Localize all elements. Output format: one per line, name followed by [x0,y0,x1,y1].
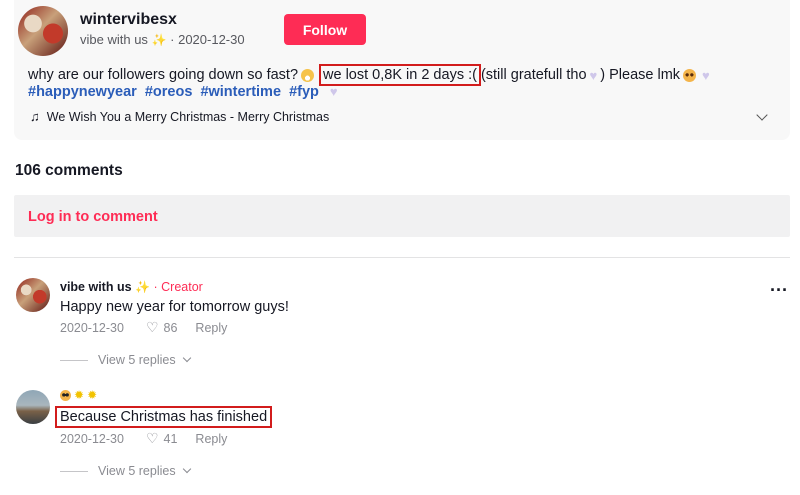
creator-badge: Creator [161,280,203,294]
reply-button[interactable]: Reply [195,321,227,335]
grimace-emoji-icon [301,68,315,82]
meta-separator: · [170,32,175,47]
comment-meta: 2020-12-30 ♡ 41 Reply [60,430,227,447]
caption-text-2: (still gratefull tho [480,67,587,83]
sun-emoji-icon: ✹ [87,388,98,402]
view-replies-button[interactable]: View 5 replies [60,353,191,367]
divider [14,257,790,258]
comment-author-emojis[interactable]: ✹ ✹ [60,388,98,402]
hashtag-link[interactable]: #happynewyear [28,84,137,100]
hashtag-link[interactable]: #fyp [289,84,319,100]
like-button[interactable]: ♡ 41 [146,430,177,447]
sparkle-icon: ✨ [151,33,167,47]
view-replies-label: View 5 replies [98,353,176,367]
sun-emoji-icon: ✹ [74,388,85,402]
comment-author[interactable]: vibe with us ✨ · Creator [60,280,203,294]
follow-button[interactable]: Follow [284,14,366,45]
post-author-meta: vibe with us ✨ · 2020-12-30 [80,32,245,47]
login-to-comment-link[interactable]: Log in to comment [28,209,158,225]
purple-heart-icon: ♥ [589,67,598,83]
sunglasses-emoji-icon [60,390,71,401]
comment-date: 2020-12-30 [60,431,124,446]
like-count: 86 [163,320,178,335]
post-date: 2020-12-30 [178,32,245,47]
music-note-icon: ♫ [30,109,40,124]
like-count: 41 [163,431,178,446]
hashtag-link[interactable]: #oreos [145,84,193,100]
replies-line [60,470,88,472]
view-replies-button[interactable]: View 5 replies [60,464,191,478]
chevron-down-icon [182,464,191,474]
music-link[interactable]: ♫ We Wish You a Merry Christmas - Merry … [30,109,329,124]
creator-separator: · [153,280,158,294]
more-options-icon[interactable]: ··· [770,280,788,301]
like-button[interactable]: ♡ 86 [146,319,177,336]
pleading-face-emoji-icon [683,68,697,82]
sparkle-icon: ✨ [135,280,150,294]
comment-author-name: vibe with us [60,280,132,294]
heart-outline-icon: ♡ [145,319,159,335]
replies-line [60,359,88,361]
comment-text: Because Christmas has finished [55,406,273,428]
hashtag-link[interactable]: #wintertime [200,84,281,100]
comment-date: 2020-12-30 [60,320,124,335]
purple-heart-icon: ♥ [329,84,338,99]
commenter-avatar[interactable] [16,278,50,312]
comment-text: Happy new year for tomorrow guys! [60,299,289,315]
commenter-avatar[interactable] [16,390,50,424]
post-author-nickname: vibe with us [80,32,148,47]
purple-heart-icon: ♥ [702,67,710,83]
post-author-name[interactable]: wintervibesx [80,11,177,29]
login-bar[interactable]: Log in to comment [14,195,790,237]
chevron-down-icon [182,353,191,363]
post-hashtags: #happynewyear #oreos #wintertime #fyp ♥ [28,84,342,100]
comments-count: 106 comments [15,162,123,179]
comment-meta: 2020-12-30 ♡ 86 Reply [60,319,227,336]
caption-text-1: why are our followers going down so fast… [28,67,299,83]
view-replies-label: View 5 replies [98,464,176,478]
heart-outline-icon: ♡ [145,430,159,446]
caption-highlighted-text: we lost 0,8K in 2 days :( [319,64,481,86]
caption-text-3: ) Please lmk [600,67,681,83]
post-caption: why are our followers going down so fast… [28,64,713,86]
music-title: We Wish You a Merry Christmas - Merry Ch… [46,109,330,124]
reply-button[interactable]: Reply [195,432,227,446]
author-avatar[interactable] [18,6,68,56]
